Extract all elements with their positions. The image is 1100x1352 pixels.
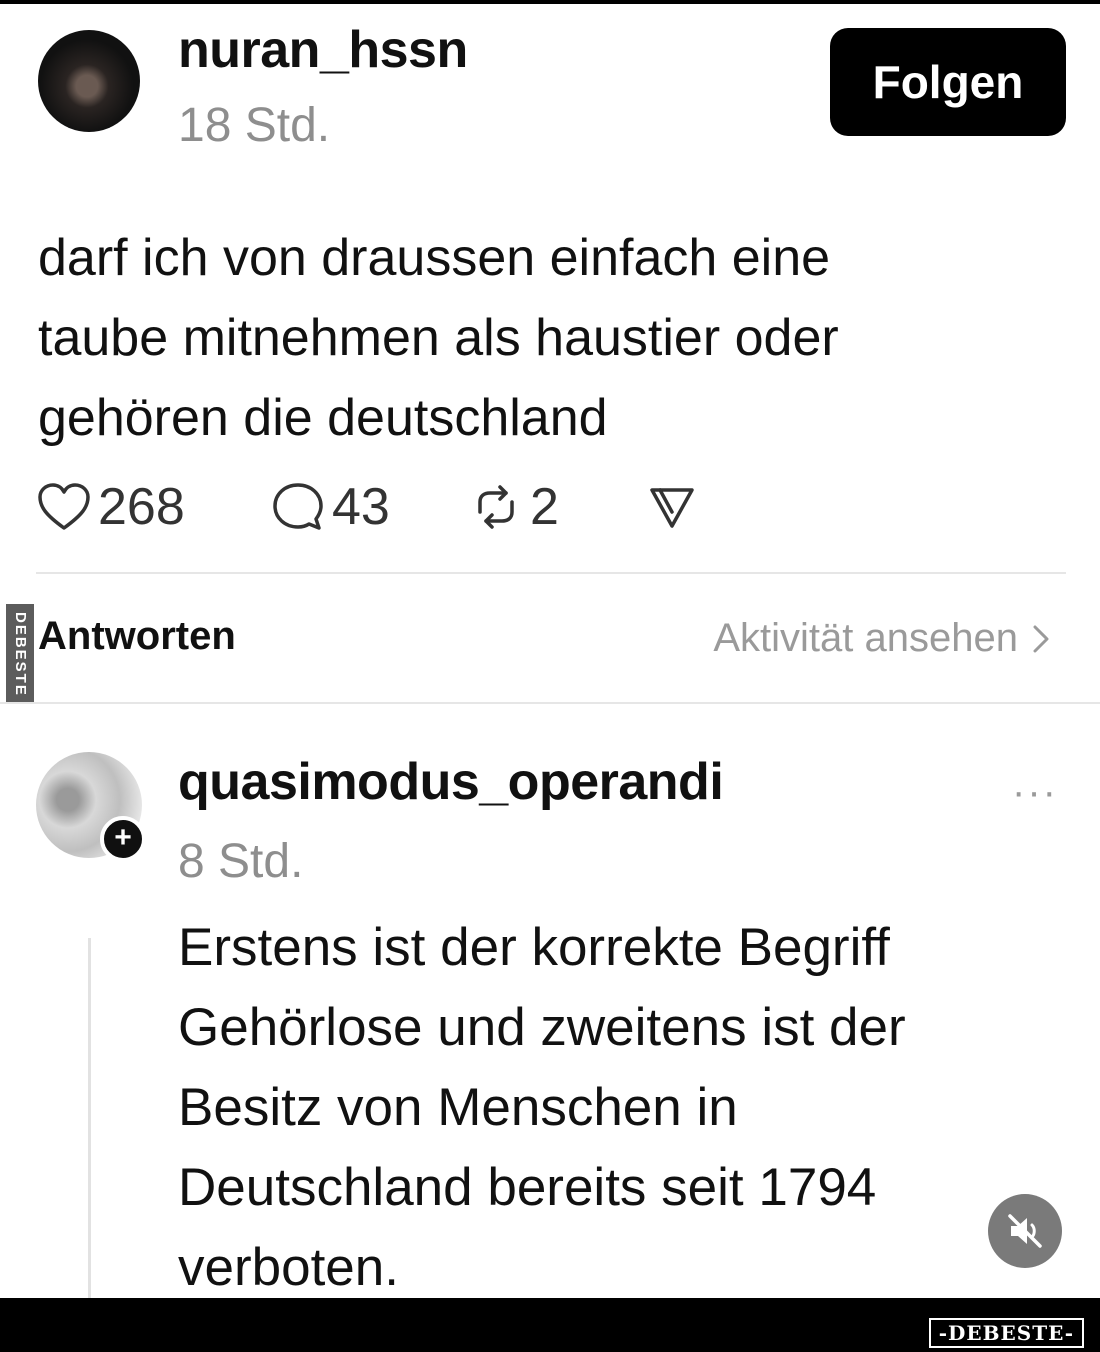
repost-count: 2 [530,478,559,536]
post-text: darf ich von draussen einfach eine taube… [38,218,1038,458]
comment-count: 43 [332,478,390,536]
thread-line [88,938,91,1298]
reply-text-line: verboten. [178,1238,399,1297]
reply-text-line: Gehörlose und zweitens ist der [178,998,906,1057]
reply-text-line: Deutschland bereits seit 1794 [178,1158,877,1217]
post-text-line: gehören die deutschland [38,389,608,447]
author-avatar[interactable] [38,30,140,132]
post-timestamp: 18 Std. [178,99,331,152]
reply-timestamp: 8 Std. [178,835,304,888]
top-border [0,0,1100,4]
post-text-line: taube mitnehmen als haustier oder [38,309,839,367]
side-watermark: DEBESTE [6,604,34,704]
divider [36,572,1066,574]
plus-icon[interactable]: + [100,816,146,862]
reply-text-line: Erstens ist der korrekte Begriff [178,918,890,977]
bottom-watermark: -DEBESTE- [928,1318,1084,1348]
repost-button[interactable]: 2 [468,472,559,542]
replies-header-label: Antworten [38,614,236,658]
share-icon [650,488,694,528]
author-username[interactable]: nuran_hssn [178,20,468,80]
chevron-right-icon [1033,625,1049,652]
more-options-icon[interactable]: ··· [1012,770,1058,815]
reply-text-line: Besitz von Menschen in [178,1078,738,1137]
follow-button[interactable]: Folgen [830,28,1066,136]
comment-icon [273,483,323,530]
like-button[interactable]: 268 [36,472,185,542]
post-text-line: darf ich von draussen einfach eine [38,229,831,287]
share-button[interactable] [648,472,696,542]
heart-icon [38,483,90,530]
mute-icon [1008,1214,1042,1248]
reply-text: Erstens ist der korrekte Begriff Gehörlo… [178,908,1058,1308]
like-count: 268 [98,478,185,536]
view-activity-link[interactable]: Aktivität ansehen [713,616,1050,661]
mute-button[interactable] [988,1194,1062,1268]
reply-username[interactable]: quasimodus_operandi [178,752,724,812]
repost-icon [478,485,514,529]
comment-button[interactable]: 43 [270,472,390,542]
view-activity-label: Aktivität ansehen [713,616,1018,660]
divider [0,702,1100,704]
